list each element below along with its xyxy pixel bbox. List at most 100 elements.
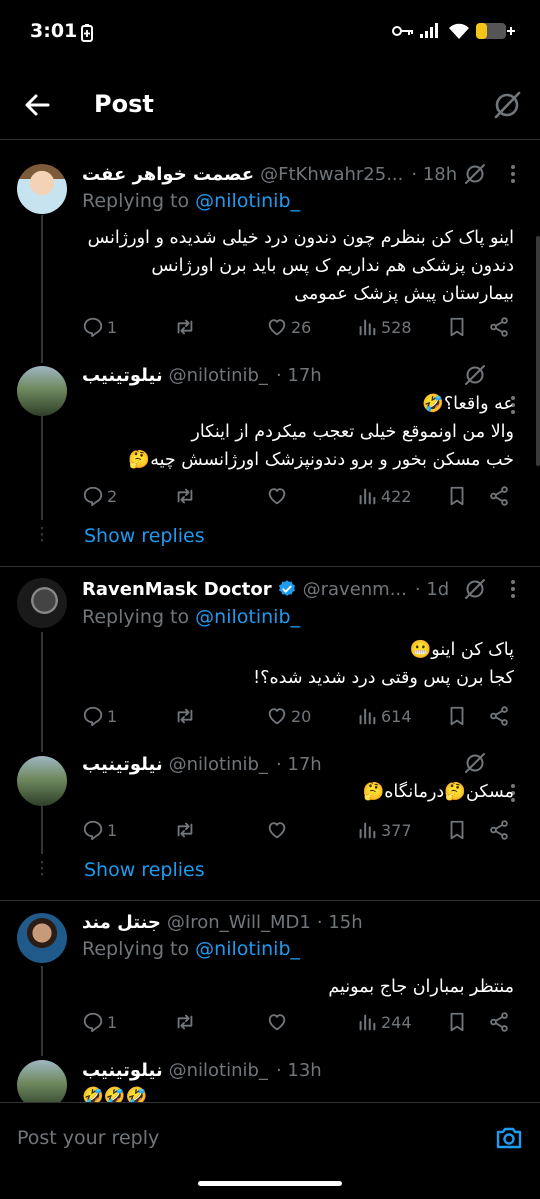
divider — [0, 566, 540, 567]
text-line: کجا برن پس وقتی درد شدید شده؟! — [253, 668, 514, 688]
views-icon — [359, 319, 376, 336]
bookmark-button[interactable] — [446, 482, 468, 510]
retweet-button[interactable] — [174, 816, 199, 844]
bookmark-icon — [450, 820, 464, 840]
tweet[interactable]: نیلوتینیب @nilotinib_ · 13h 🤣🤣🤣 — [0, 1056, 540, 1102]
page-title: Post — [94, 90, 154, 118]
reply-input[interactable]: Post your reply — [17, 1127, 159, 1149]
display-name[interactable]: جنتل مند — [82, 912, 161, 933]
tweet[interactable]: نیلوتینیب @nilotinib_ · 17h عه واقعا؟🤣 و… — [0, 360, 540, 560]
tweet[interactable]: RavenMask Doctor @ravenm... · 1d Replyin… — [0, 570, 540, 760]
tweet[interactable]: جنتل مند @Iron_Will_MD1 · 15h Replying t… — [0, 904, 540, 1044]
like-button[interactable] — [266, 482, 291, 510]
avatar[interactable] — [17, 913, 67, 963]
display-name[interactable]: RavenMask Doctor — [82, 579, 272, 600]
handle[interactable]: @nilotinib_ — [169, 754, 268, 775]
retweet-icon — [177, 488, 193, 504]
views-button[interactable]: 422 — [356, 482, 412, 510]
handle[interactable]: @Iron_Will_MD1 — [167, 912, 311, 933]
header: Post — [0, 66, 540, 140]
reply-count: 1 — [107, 1012, 118, 1032]
retweet-button[interactable] — [174, 482, 199, 510]
text-line: مسکن🤔درمانگاه🤔 — [362, 782, 514, 802]
handle[interactable]: @nilotinib_ — [169, 1060, 268, 1081]
more-icon[interactable] — [500, 161, 526, 187]
reply-button[interactable]: 2 — [82, 482, 117, 510]
like-button[interactable] — [266, 816, 291, 844]
retweet-icon — [177, 708, 193, 724]
views-button[interactable]: 614 — [356, 702, 412, 730]
reply-button[interactable]: 1 — [82, 702, 117, 730]
scrollbar[interactable] — [536, 236, 540, 466]
bookmark-button[interactable] — [446, 702, 468, 730]
display-name[interactable]: نیلوتینیب — [82, 1060, 163, 1081]
share-button[interactable] — [488, 313, 510, 341]
grok-icon[interactable] — [462, 161, 488, 187]
like-button[interactable]: 26 — [266, 313, 311, 341]
replying-to: Replying to @nilotinib_ — [82, 606, 300, 628]
share-button[interactable] — [488, 816, 510, 844]
retweet-button[interactable] — [174, 313, 199, 341]
like-icon — [268, 488, 286, 505]
share-button[interactable] — [488, 482, 510, 510]
bookmark-button[interactable] — [446, 816, 468, 844]
like-button[interactable]: 20 — [266, 702, 311, 730]
retweet-button[interactable] — [174, 1008, 199, 1036]
home-indicator[interactable] — [198, 1181, 342, 1186]
views-button[interactable]: 528 — [356, 313, 412, 341]
avatar[interactable] — [17, 164, 67, 214]
like-icon — [268, 822, 286, 839]
mention-link[interactable]: @nilotinib_ — [195, 606, 300, 628]
show-replies-link[interactable]: Show replies — [84, 525, 205, 547]
grok-icon[interactable] — [462, 750, 488, 776]
show-replies-link[interactable]: Show replies — [84, 859, 205, 881]
like-count: 26 — [291, 317, 312, 337]
tweet-header: عصمت خواهر عفت @FtKhwahr25... · 18h — [82, 160, 526, 188]
handle[interactable]: @FtKhwahr25... — [260, 164, 403, 185]
retweet-button[interactable] — [174, 702, 199, 730]
bookmark-button[interactable] — [446, 313, 468, 341]
signal-icon — [420, 23, 438, 38]
tweet[interactable]: عصمت خواهر عفت @FtKhwahr25... · 18h Repl… — [0, 150, 540, 350]
tweet[interactable]: نیلوتینیب @nilotinib_ · 17h مسکن🤔درمانگا… — [0, 750, 540, 900]
mention-link[interactable]: @nilotinib_ — [195, 938, 300, 960]
camera-icon[interactable] — [494, 1123, 524, 1153]
tweet-header: نیلوتینیب @nilotinib_ · 17h — [82, 361, 526, 389]
share-icon — [490, 317, 508, 337]
avatar[interactable] — [17, 578, 67, 628]
avatar[interactable] — [17, 366, 67, 416]
like-button[interactable] — [266, 1008, 291, 1036]
reply-icon — [83, 820, 103, 841]
reply-button[interactable]: 1 — [82, 313, 117, 341]
tweet-header: نیلوتینیب @nilotinib_ · 13h — [82, 1056, 526, 1084]
back-arrow-icon[interactable] — [20, 88, 54, 122]
tweet-text: مسکن🤔درمانگاه🤔 — [82, 778, 514, 806]
views-button[interactable]: 244 — [356, 1008, 412, 1036]
display-name[interactable]: عصمت خواهر عفت — [82, 164, 254, 185]
like-icon — [268, 319, 286, 336]
share-icon — [490, 1012, 508, 1032]
handle[interactable]: @nilotinib_ — [169, 365, 268, 386]
display-name[interactable]: نیلوتینیب — [82, 365, 163, 386]
avatar[interactable] — [17, 1060, 67, 1102]
views-button[interactable]: 377 — [356, 816, 412, 844]
grok-icon[interactable] — [462, 362, 488, 388]
display-name[interactable]: نیلوتینیب — [82, 754, 163, 775]
reply-button[interactable]: 1 — [82, 1008, 117, 1036]
share-button[interactable] — [488, 702, 510, 730]
avatar[interactable] — [17, 756, 67, 806]
verified-icon — [278, 580, 295, 596]
share-button[interactable] — [488, 1008, 510, 1036]
reply-composer[interactable]: Post your reply — [0, 1102, 540, 1172]
retweet-icon — [177, 822, 193, 838]
tweet-header: نیلوتینیب @nilotinib_ · 17h — [82, 750, 526, 778]
reply-button[interactable]: 1 — [82, 816, 117, 844]
grok-icon[interactable] — [490, 88, 524, 122]
bookmark-button[interactable] — [446, 1008, 468, 1036]
handle[interactable]: @ravenm... — [303, 579, 407, 600]
mention-link[interactable]: @nilotinib_ — [195, 190, 300, 212]
more-icon[interactable] — [500, 576, 526, 602]
action-bar: 1 377 — [82, 816, 526, 844]
grok-icon[interactable] — [462, 576, 488, 602]
bookmark-icon — [450, 1012, 464, 1032]
